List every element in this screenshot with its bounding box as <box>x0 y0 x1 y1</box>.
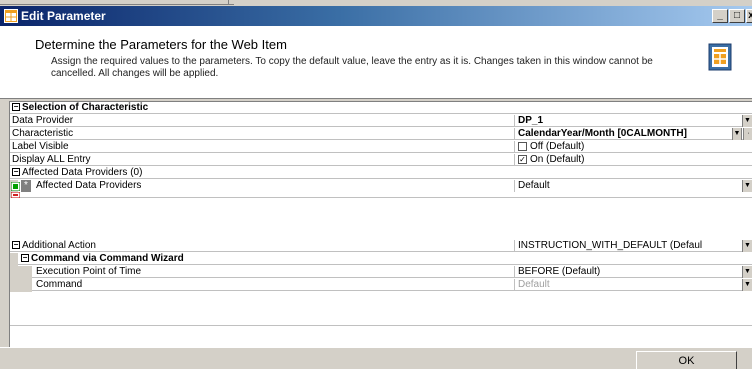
collapse-icon[interactable]: − <box>12 103 20 112</box>
grid-bottom-border <box>10 325 752 326</box>
top-edge-segment <box>0 0 228 5</box>
param-label: Characteristic <box>12 128 74 139</box>
checkbox-label: On (Default) <box>530 154 585 165</box>
close-button[interactable]: x <box>746 9 752 23</box>
remove-row-icon[interactable] <box>11 192 20 198</box>
label-visible-checkbox[interactable] <box>518 141 527 151</box>
param-label: Additional Action <box>22 240 96 251</box>
param-row-additional-action: − Additional Action INSTRUCTION_WITH_DEFA… <box>10 240 752 252</box>
group-label: Command via Command Wizard <box>31 253 184 264</box>
param-row-command: Command Default ▼ <box>10 279 752 292</box>
data-provider-value[interactable]: DP_1 <box>514 115 742 127</box>
maximize-button[interactable]: □ <box>729 9 745 23</box>
web-item-wizard-icon <box>708 43 732 71</box>
param-row-affected-providers: * Affected Data Providers Default ▼ <box>10 180 752 198</box>
display-all-checkbox[interactable]: ✓ <box>518 154 527 164</box>
group-command-wizard[interactable]: − Command via Command Wizard <box>10 253 752 266</box>
param-label: Display ALL Entry <box>12 154 91 165</box>
indent-bar <box>10 279 32 292</box>
collapse-icon[interactable]: − <box>12 168 20 177</box>
group-affected-providers[interactable]: − Affected Data Providers (0) <box>10 167 752 179</box>
chevron-down-icon[interactable]: ▼ <box>742 240 752 252</box>
indent-bar <box>10 253 18 266</box>
param-label: Command <box>36 279 83 290</box>
characteristic-select[interactable]: CalendarYear/Month [0CALMONTH] <box>514 128 732 140</box>
collapse-icon[interactable]: − <box>12 241 20 250</box>
param-label: Data Provider <box>12 115 74 126</box>
dialog-header: Determine the Parameters for the Web Ite… <box>0 26 752 99</box>
parameter-grid: − Selection of Characteristic Data Provid… <box>9 101 752 347</box>
dialog-heading: Determine the Parameters for the Web Ite… <box>35 37 287 52</box>
chevron-down-icon[interactable]: ▼ <box>742 266 752 278</box>
additional-action-select[interactable]: INSTRUCTION_WITH_DEFAULT (Defaul <box>514 240 742 252</box>
param-row-execution-point: Execution Point of Time BEFORE (Default)… <box>10 266 752 279</box>
param-row-display-all: Display ALL Entry ✓ On (Default) <box>10 154 752 166</box>
more-options-icon[interactable]: · <box>743 128 752 140</box>
window-title: Edit Parameter <box>21 9 106 23</box>
chevron-down-icon[interactable]: ▼ <box>742 115 752 127</box>
param-label: Label Visible <box>12 141 69 152</box>
indent-bar <box>10 266 32 279</box>
dialog-footer: OK <box>0 347 752 369</box>
param-row-label-visible: Label Visible Off (Default) <box>10 141 752 153</box>
checkbox-label: Off (Default) <box>530 141 585 152</box>
chevron-down-icon[interactable]: ▼ <box>742 180 752 192</box>
section-header[interactable]: − Selection of Characteristic <box>10 102 752 114</box>
affected-providers-select[interactable]: Default <box>514 180 742 192</box>
asterisk-marker: * <box>21 180 31 192</box>
param-row-data-provider: Data Provider DP_1 ▼ <box>10 115 752 127</box>
chevron-down-icon[interactable]: ▼ <box>732 128 742 140</box>
chevron-down-icon[interactable]: ▼ <box>742 279 752 291</box>
minimize-button[interactable]: _ <box>712 9 728 23</box>
collapse-icon[interactable]: − <box>21 254 29 263</box>
command-value[interactable]: Default <box>514 279 742 291</box>
param-label: Affected Data Providers <box>36 180 142 191</box>
group-label: Affected Data Providers (0) <box>22 167 143 178</box>
execution-point-select[interactable]: BEFORE (Default) <box>514 266 742 278</box>
app-icon <box>4 9 18 23</box>
param-row-characteristic: Characteristic CalendarYear/Month [0CALM… <box>10 128 752 140</box>
top-edge-segment <box>228 0 234 5</box>
add-row-icon[interactable] <box>11 182 20 191</box>
dialog-description: Assign the required values to the parame… <box>51 56 653 79</box>
param-label: Execution Point of Time <box>36 266 142 277</box>
title-bar[interactable]: Edit Parameter _ □ x <box>0 6 752 26</box>
section-title: Selection of Characteristic <box>22 102 149 113</box>
ok-button[interactable]: OK <box>636 351 737 369</box>
